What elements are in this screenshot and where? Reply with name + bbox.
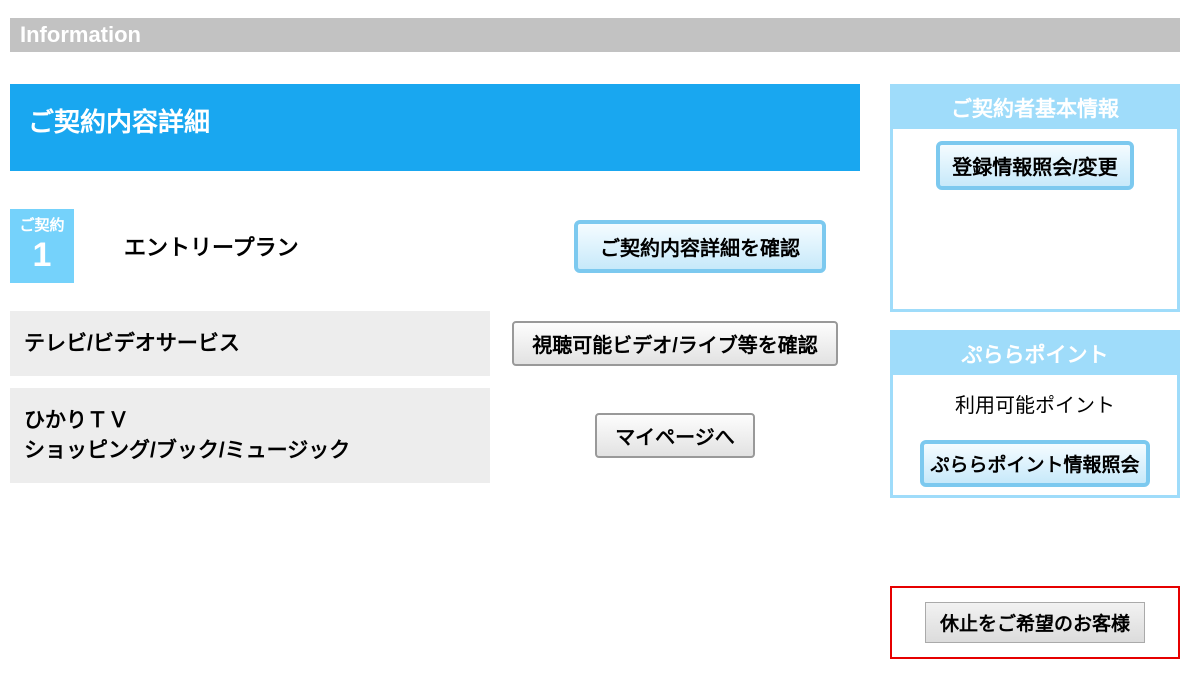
check-video-live-button[interactable]: 視聴可能ビデオ/ライブ等を確認: [512, 321, 838, 366]
contract-badge-number: 1: [10, 235, 74, 276]
service-label-hikari-tv: ひかりＴＶ ショッピング/ブック/ミュージック: [10, 388, 490, 483]
plala-point-query-button[interactable]: ぷららポイント情報照会: [920, 440, 1149, 487]
side-box-plala-point: ぷららポイント 利用可能ポイント ぷららポイント情報照会: [890, 330, 1180, 498]
table-row: テレビ/ビデオサービス 視聴可能ビデオ/ライブ等を確認: [10, 311, 860, 376]
contract-title: ご契約内容詳細: [10, 84, 860, 171]
side-box-contractor-info: ご契約者基本情報 登録情報照会/変更: [890, 84, 1180, 312]
side-box-body: ぷららポイント情報照会: [893, 432, 1177, 495]
plan-name: エントリープラン: [74, 230, 540, 262]
suspend-request-button[interactable]: 休止をご希望のお客様: [925, 602, 1145, 643]
side-box-head: ご契約者基本情報: [893, 87, 1177, 129]
table-row: ひかりＴＶ ショッピング/ブック/ミュージック マイページへ: [10, 388, 860, 483]
service-label-tv-video: テレビ/ビデオサービス: [10, 311, 490, 376]
main-column: ご契約内容詳細 ご契約 1 エントリープラン ご契約内容詳細を確認 テレビ/ビデ…: [10, 84, 860, 483]
suspend-box: 休止をご希望のお客様: [890, 586, 1180, 659]
contract-plan-row: ご契約 1 エントリープラン ご契約内容詳細を確認: [10, 209, 860, 283]
main-layout: ご契約内容詳細 ご契約 1 エントリープラン ご契約内容詳細を確認 テレビ/ビデ…: [0, 84, 1200, 659]
service-btn-cell: マイページへ: [490, 388, 860, 483]
mypage-button[interactable]: マイページへ: [595, 413, 755, 458]
side-box-head: ぷららポイント: [893, 333, 1177, 375]
plan-detail-btn-wrap: ご契約内容詳細を確認: [540, 220, 860, 273]
service-btn-cell: 視聴可能ビデオ/ライブ等を確認: [490, 311, 860, 376]
side-box-body: 登録情報照会/変更: [893, 129, 1177, 309]
contract-badge: ご契約 1: [10, 209, 74, 283]
contract-badge-label: ご契約: [10, 217, 74, 235]
service-table: テレビ/ビデオサービス 視聴可能ビデオ/ライブ等を確認 ひかりＴＶ ショッピング…: [10, 311, 860, 483]
plan-detail-button[interactable]: ご契約内容詳細を確認: [574, 220, 826, 273]
information-bar: Information: [10, 18, 1180, 52]
reginfo-query-change-button[interactable]: 登録情報照会/変更: [936, 141, 1134, 190]
side-column: ご契約者基本情報 登録情報照会/変更 ぷららポイント 利用可能ポイント ぷららポ…: [890, 84, 1180, 659]
available-points-label: 利用可能ポイント: [893, 375, 1177, 432]
